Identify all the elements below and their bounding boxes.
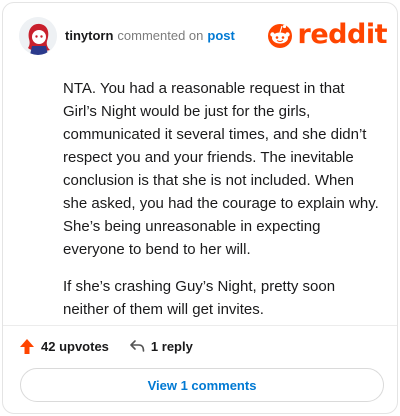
- avatar[interactable]: [19, 17, 57, 55]
- comment-paragraph: NTA. You had a reasonable request in tha…: [63, 80, 379, 258]
- brand-wordmark: reddit: [297, 19, 388, 50]
- comment-actions: 42 upvotes 1 reply: [19, 335, 193, 357]
- upvote-button[interactable]: 42 upvotes: [19, 338, 109, 355]
- reply-arrow-icon: [130, 340, 145, 352]
- comment-card: tinytorn commented on post reddit NTA. You…: [2, 2, 398, 414]
- upvote-count: 42 upvotes: [41, 338, 109, 354]
- divider: [3, 325, 397, 326]
- reply-count: 1 reply: [150, 338, 193, 354]
- comment-body: NTA. You had a reasonable request in tha…: [63, 77, 379, 335]
- comment-paragraph: If she’s crashing Guy’s Night, pretty so…: [63, 278, 336, 318]
- action-text: commented on: [117, 28, 204, 43]
- username-link[interactable]: tinytorn: [65, 28, 113, 43]
- reddit-logo[interactable]: reddit: [266, 19, 388, 51]
- reddit-alien-icon: [267, 24, 292, 48]
- reply-button[interactable]: 1 reply: [129, 339, 193, 354]
- comment-meta: tinytorn commented on post: [65, 28, 235, 44]
- post-link[interactable]: post: [207, 28, 234, 43]
- upvote-arrow-icon: [20, 338, 34, 354]
- view-comments-button[interactable]: View 1 comments: [20, 368, 384, 402]
- comment-header: tinytorn commented on post reddit: [19, 17, 388, 57]
